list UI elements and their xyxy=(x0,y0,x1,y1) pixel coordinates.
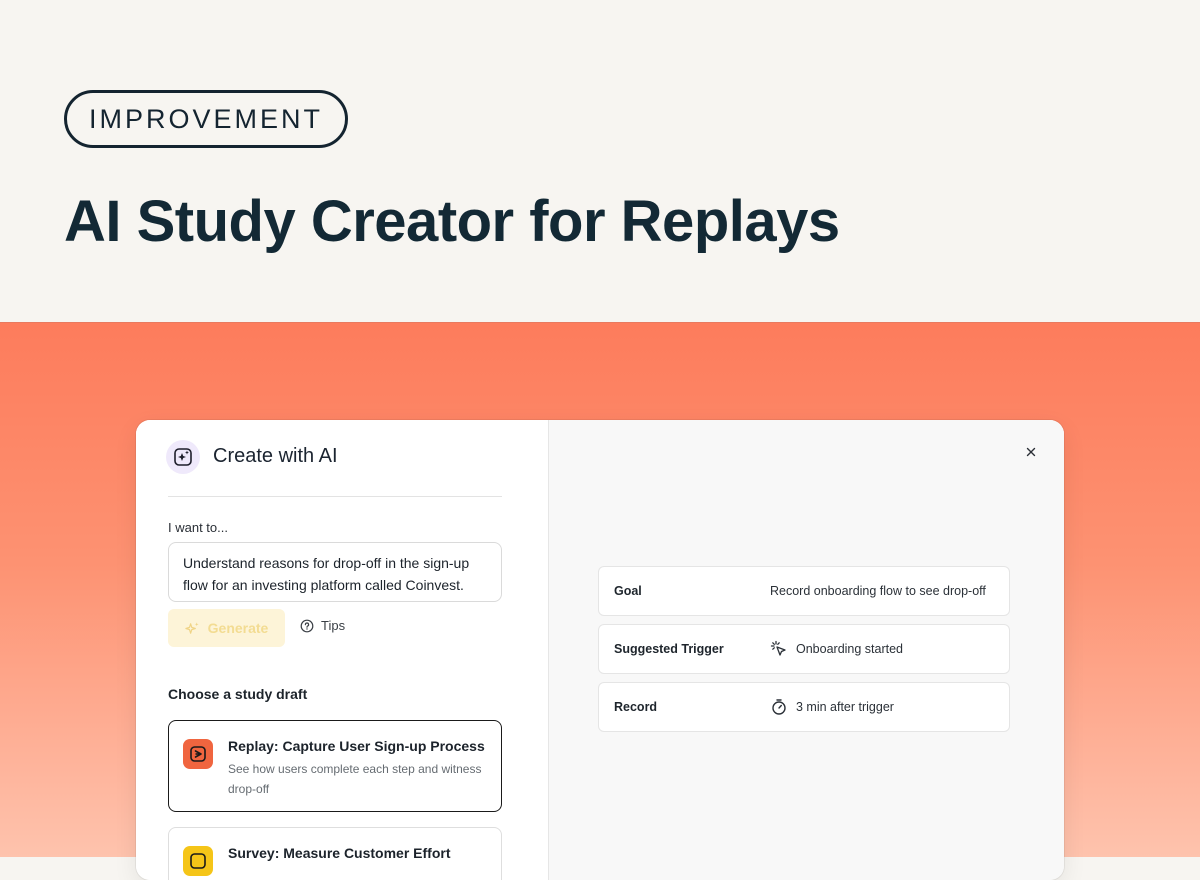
detail-key: Suggested Trigger xyxy=(614,642,724,656)
replay-icon xyxy=(183,739,213,769)
detail-value: 3 min after trigger xyxy=(770,698,894,716)
generate-button[interactable]: Generate xyxy=(168,609,285,647)
modal-title: Create with AI xyxy=(213,445,338,467)
trigger-value: Onboarding started xyxy=(796,642,904,656)
close-icon[interactable] xyxy=(1023,444,1039,460)
generate-label: Generate xyxy=(207,620,269,636)
record-value: 3 min after trigger xyxy=(796,700,894,714)
draft-title: Replay: Capture User Sign-up Process xyxy=(228,738,485,754)
draft-card-survey[interactable]: Survey: Measure Customer Effort xyxy=(168,827,502,880)
create-with-ai-modal: Create with AI I want to... Understand r… xyxy=(136,420,1064,880)
tips-label: Tips xyxy=(321,618,346,633)
ai-sparkle-icon xyxy=(166,440,200,474)
cursor-click-icon xyxy=(770,640,786,656)
detail-value: Record onboarding flow to see drop-off xyxy=(770,584,986,598)
goal-row: Goal Record onboarding flow to see drop-… xyxy=(598,566,1010,616)
stopwatch-icon xyxy=(772,699,786,715)
draft-card-replay[interactable]: Replay: Capture User Sign-up Process See… xyxy=(168,720,502,812)
record-row: Record 3 min after trigger xyxy=(598,682,1010,732)
detail-key: Record xyxy=(614,700,658,714)
divider xyxy=(168,496,502,497)
prompt-input[interactable]: Understand reasons for drop-off in the s… xyxy=(168,542,502,602)
sparkle-icon xyxy=(184,621,199,634)
improvement-badge: IMPROVEMENT xyxy=(64,90,348,148)
help-circle-icon xyxy=(300,619,314,632)
modal-left-panel: Create with AI I want to... Understand r… xyxy=(136,420,548,880)
tips-link[interactable]: Tips xyxy=(300,618,345,633)
goal-value: Record onboarding flow to see drop-off xyxy=(770,584,986,598)
draft-description: See how users complete each step and wit… xyxy=(228,762,482,796)
survey-icon xyxy=(183,846,213,876)
draft-title: Survey: Measure Customer Effort xyxy=(228,845,451,861)
hero-section: IMPROVEMENT AI Study Creator for Replays xyxy=(0,0,1200,322)
trigger-row: Suggested Trigger Onboarding started xyxy=(598,624,1010,674)
detail-value: Onboarding started xyxy=(770,640,903,658)
page-title: AI Study Creator for Replays xyxy=(64,189,840,254)
modal-right-panel: Goal Record onboarding flow to see drop-… xyxy=(548,420,1064,880)
prompt-label: I want to... xyxy=(168,520,228,535)
choose-draft-heading: Choose a study draft xyxy=(168,686,308,702)
detail-key: Goal xyxy=(614,584,642,598)
